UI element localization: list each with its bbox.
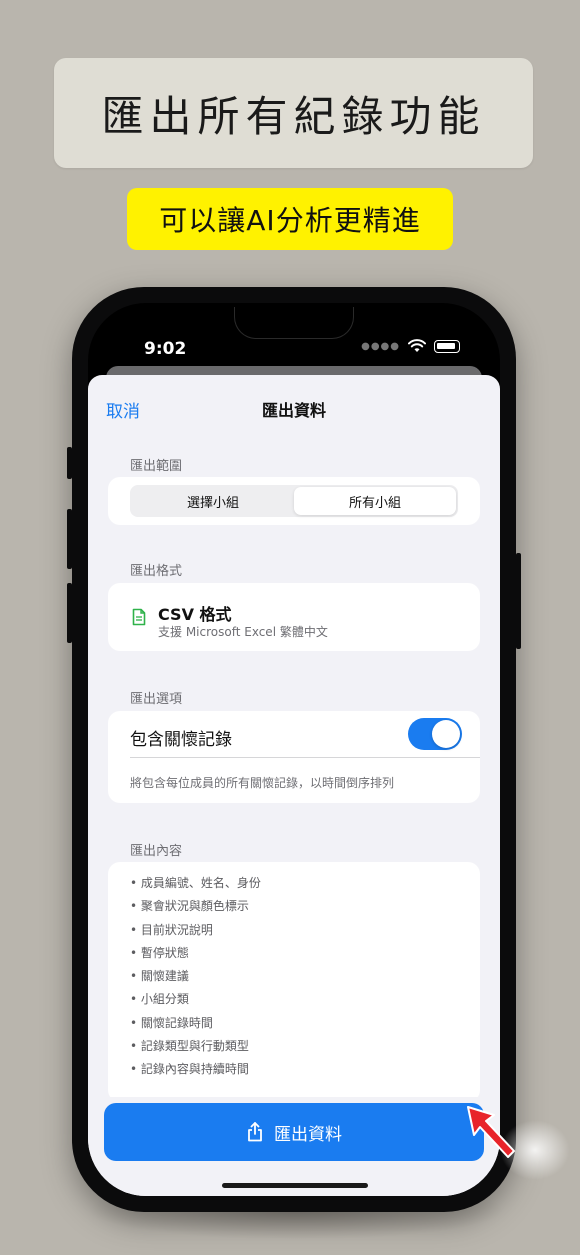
list-item: • 記錄內容與持續時間 <box>130 1062 249 1077</box>
status-indicators: ●●●● <box>361 339 460 353</box>
promo-title: 匯出所有紀錄功能 <box>101 91 486 141</box>
page-title: 匯出資料 <box>261 401 326 420</box>
list-item: • 成員編號、姓名、身份 <box>130 876 261 890</box>
dynamic-island <box>234 307 354 339</box>
content-card: • 成員編號、姓名、身份 • 聚會狀況與顏色標示 • 目前狀況說明 • 暫停狀態… <box>108 862 480 1102</box>
phone-screen: 9:02 ●●●● 取消 匯出資料 匯出範圍 選擇小組 所有小組 匯出格式 CS… <box>88 303 500 1196</box>
list-item: • 記錄類型與行動類型 <box>130 1039 249 1054</box>
export-sheet: 取消 匯出資料 匯出範圍 選擇小組 所有小組 匯出格式 CSV 格式 支援 Mi… <box>88 375 500 1196</box>
phone-side-button <box>67 509 72 569</box>
format-section-label: 匯出格式 <box>130 564 183 579</box>
phone-side-button <box>67 583 72 643</box>
status-time: 9:02 <box>144 339 187 359</box>
promo-banner: 匯出所有紀錄功能 <box>54 58 533 168</box>
home-indicator <box>222 1183 368 1188</box>
promo-subtitle: 可以讓AI分析更精進 <box>159 204 421 237</box>
list-item: • 小組分類 <box>130 992 189 1007</box>
range-section-label: 匯出範圍 <box>130 459 183 474</box>
format-description: 支援 Microsoft Excel 繁體中文 <box>158 625 328 639</box>
range-card: 選擇小組 所有小組 <box>108 477 480 525</box>
format-option-csv[interactable]: CSV 格式 支援 Microsoft Excel 繁體中文 <box>108 583 480 651</box>
signal-dots-icon: ●●●● <box>361 340 400 352</box>
options-section-label: 匯出選項 <box>130 692 183 707</box>
list-item: • 目前狀況說明 <box>130 922 213 937</box>
range-segmented-control: 選擇小組 所有小組 <box>130 485 458 517</box>
list-item: • 聚會狀況與顏色標示 <box>130 899 249 914</box>
segment-all-groups[interactable]: 所有小組 <box>294 487 456 515</box>
promo-subtitle-tag: 可以讓AI分析更精進 <box>127 188 453 250</box>
wifi-icon <box>408 339 426 352</box>
options-card: 包含關懷記錄 將包含每位成員的所有關懷記錄，以時間倒序排列 <box>108 711 480 803</box>
include-care-records-label: 包含關懷記錄 <box>130 730 232 750</box>
document-icon <box>132 608 146 626</box>
battery-icon <box>434 339 460 353</box>
export-button[interactable]: 匯出資料 <box>104 1103 484 1161</box>
pointer-arrow-icon <box>467 1106 515 1158</box>
segment-select-group[interactable]: 選擇小組 <box>132 487 294 515</box>
content-section-label: 匯出內容 <box>130 844 183 859</box>
toggle-knob <box>432 720 460 748</box>
list-item: • 關懷記錄時間 <box>130 1015 213 1030</box>
options-note: 將包含每位成員的所有關懷記錄，以時間倒序排列 <box>130 776 395 790</box>
format-name: CSV 格式 <box>158 605 232 624</box>
phone-side-button <box>67 447 72 479</box>
content-list: • 成員編號、姓名、身份 • 聚會狀況與顏色標示 • 目前狀況說明 • 暫停狀態… <box>130 872 261 1082</box>
divider <box>130 757 480 758</box>
phone-side-button <box>516 553 521 649</box>
include-care-records-toggle[interactable] <box>408 718 462 750</box>
list-item: • 關懷建議 <box>130 969 189 984</box>
phone-frame: 9:02 ●●●● 取消 匯出資料 匯出範圍 選擇小組 所有小組 匯出格式 CS… <box>67 287 521 1212</box>
export-button-label: 匯出資料 <box>274 1124 342 1145</box>
list-item: • 暫停狀態 <box>130 945 189 960</box>
share-icon <box>248 1122 262 1142</box>
nav-bar: 取消 匯出資料 <box>88 375 500 431</box>
